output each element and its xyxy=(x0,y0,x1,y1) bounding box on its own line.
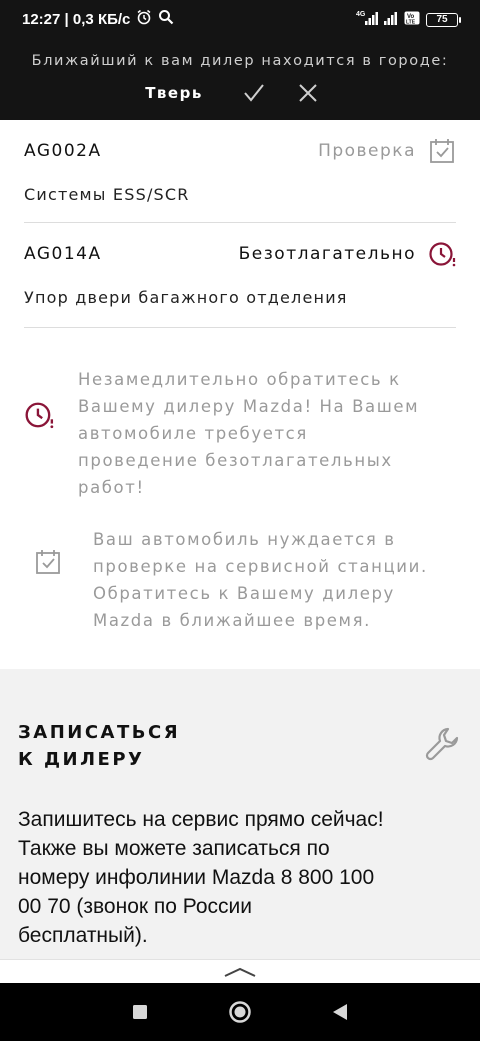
back-button[interactable] xyxy=(320,992,360,1032)
warning-item[interactable]: AG002A Проверка Системы ESS/SCR xyxy=(24,139,456,221)
calendar-check-icon xyxy=(36,550,60,574)
circle-icon xyxy=(229,1001,251,1023)
warning-description: Упор двери багажного отделения xyxy=(24,288,348,307)
dealer-question: Ближайший к вам дилер находится в городе… xyxy=(31,53,449,69)
clock-alert-icon xyxy=(25,402,54,429)
square-icon xyxy=(133,1005,147,1019)
battery-icon: 75 xyxy=(426,13,461,27)
chevron-up-icon xyxy=(224,967,256,977)
booking-title[interactable]: ЗАПИСАТЬСЯ К ДИЛЕРУ xyxy=(18,719,318,773)
warning-status: Проверка xyxy=(318,141,416,161)
status-time: 12:27 xyxy=(22,10,61,28)
check-icon xyxy=(244,84,264,102)
warning-code: AG014A xyxy=(24,244,102,264)
home-button[interactable] xyxy=(220,992,260,1032)
collapse-handle[interactable] xyxy=(0,959,480,983)
clock-alert-icon xyxy=(429,242,456,267)
signal-icon: 4G xyxy=(356,10,378,30)
warning-status: Безотлагательно xyxy=(238,244,416,264)
status-bar: 12:27 | 0,3 КБ/с 4G Vo LTE 75 xyxy=(0,0,480,36)
warning-item[interactable]: AG014A Безотлагательно Упор двери багажн… xyxy=(24,242,456,324)
dismiss-dealer-button[interactable] xyxy=(293,80,323,106)
legend-urgent-text: Незамедлительно обратитесь к Вашему диле… xyxy=(78,370,420,497)
close-icon xyxy=(299,84,317,102)
signal-icon xyxy=(384,10,398,30)
warning-code: AG002A xyxy=(24,141,102,161)
legend-check: Ваш автомобиль нуждается в проверке на с… xyxy=(0,526,480,636)
status-speed: 0,3 КБ/с xyxy=(72,10,131,28)
volte-icon: Vo LTE xyxy=(404,10,420,30)
alarm-icon xyxy=(136,9,152,29)
dealer-city: Тверь xyxy=(145,84,203,102)
divider xyxy=(24,222,456,223)
search-icon xyxy=(158,9,174,29)
legend-urgent: Незамедлительно обратитесь к Вашему диле… xyxy=(0,366,480,506)
divider xyxy=(24,327,456,328)
booking-text: Запишитесь на сервис прямо сейчас! Также… xyxy=(18,808,384,947)
system-nav-bar xyxy=(0,983,480,1041)
warning-description: Системы ESS/SCR xyxy=(24,185,190,204)
recent-apps-button[interactable] xyxy=(120,992,160,1032)
dealer-banner: Ближайший к вам дилер находится в городе… xyxy=(0,36,480,120)
wrench-icon[interactable] xyxy=(424,725,462,763)
legend-check-text: Ваш автомобиль нуждается в проверке на с… xyxy=(93,530,428,630)
confirm-dealer-button[interactable] xyxy=(239,80,269,106)
triangle-back-icon xyxy=(333,1004,347,1020)
svg-text:LTE: LTE xyxy=(406,20,416,26)
svg-text:4G: 4G xyxy=(356,11,366,18)
booking-section: ЗАПИСАТЬСЯ К ДИЛЕРУ Запишитесь на сервис… xyxy=(0,669,480,959)
calendar-check-icon xyxy=(430,139,454,163)
